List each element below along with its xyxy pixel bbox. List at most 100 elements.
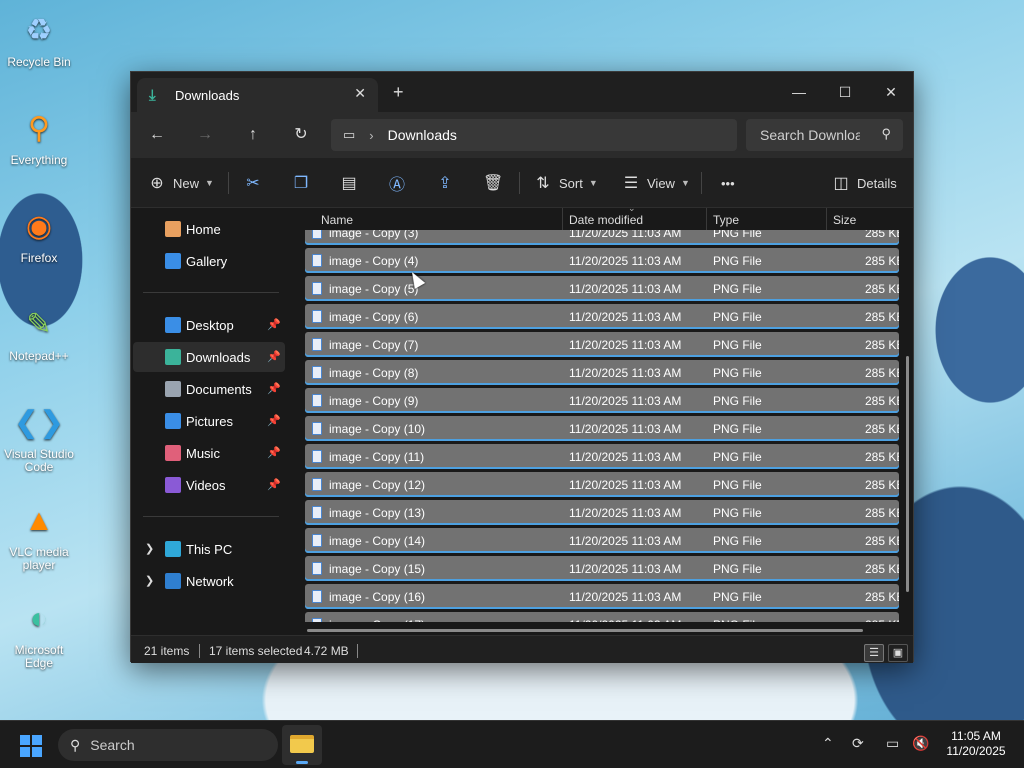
desktop-icon[interactable]: ♻ Recycle Bin [1,8,77,69]
file-row[interactable]: image - Copy (10) 11/20/2025 11:03 AM PNG … [305,416,899,441]
chevron-right-icon[interactable]: ❯ [145,542,154,555]
file-row[interactable]: image - Copy (15) 11/20/2025 11:03 AM PNG … [305,556,899,581]
sync-icon[interactable]: ⟳ [852,735,864,752]
file-size: 285 KB [865,618,899,622]
column-header-name[interactable]: Name [321,213,353,227]
pin-icon[interactable]: 📌 [267,414,281,427]
sort-label: Sort [559,175,583,191]
cut-button[interactable]: ✂ [243,171,263,195]
tiles-view-icon[interactable]: ▣ [888,644,908,662]
minimize-button[interactable]: — [776,78,822,106]
plus-circle-icon: ⊕ [150,175,164,192]
system-clock[interactable]: 11:05 AM 11/20/2025 [938,729,1014,759]
taskbar-search[interactable]: ⚲ Search [58,729,278,761]
sidebar-item-pictures[interactable]: Pictures 📌 [133,406,285,436]
sidebar-item-desktop[interactable]: Desktop 📌 [133,310,285,340]
rename-button[interactable]: Ⓐ [387,171,407,195]
file-type: PNG File [713,338,762,352]
desktop-icon[interactable]: ❮❯ Visual Studio Code [1,400,77,474]
start-button[interactable] [20,735,42,757]
forward-button[interactable]: → [191,123,219,147]
close-window-button[interactable]: ✕ [868,78,914,106]
view-button[interactable]: ☰ View ▼ [621,171,690,195]
pin-icon[interactable]: 📌 [267,446,281,459]
tab-downloads[interactable]: ⤓ Downloads ✕ [137,78,378,112]
more-icon: ••• [721,175,735,191]
desktop-icon[interactable]: ✎ Notepad++ [1,302,77,363]
sidebar-item-documents[interactable]: Documents 📌 [133,374,285,404]
breadcrumb-downloads[interactable]: Downloads [388,127,457,143]
file-row[interactable]: image - Copy (5) 11/20/2025 11:03 AM PNG F… [305,276,899,301]
file-row[interactable]: image - Copy (12) 11/20/2025 11:03 AM PNG … [305,472,899,497]
pin-icon[interactable]: 📌 [267,318,281,331]
desktop-icon[interactable]: ◉ Firefox [1,204,77,265]
back-button[interactable]: ← [143,123,171,147]
sidebar-item-home[interactable]: Home [133,214,285,244]
delete-button[interactable]: 🗑 [483,171,503,195]
chevron-right-icon[interactable]: ❯ [145,574,154,587]
sidebar-item-videos[interactable]: Videos 📌 [133,470,285,500]
show-hidden-icons-icon[interactable]: ⌃ [822,735,834,752]
column-header-type[interactable]: Type [713,213,739,227]
column-divider[interactable] [562,208,563,230]
search-box[interactable]: Search Downloads ⚲ [746,119,903,151]
file-date-modified: 11/20/2025 11:03 AM [569,478,682,492]
file-row[interactable]: image - Copy (13) 11/20/2025 11:03 AM PNG … [305,500,899,525]
copy-button[interactable]: ❐ [291,171,311,195]
details-view-icon[interactable]: ☰ [864,644,884,662]
desktop-icon[interactable]: ◐ Microsoft Edge [1,596,77,670]
sidebar-item-network[interactable]: ❯ Network [133,566,285,596]
sort-button[interactable]: ⇅ Sort ▼ [533,171,597,195]
column-header-size[interactable]: Size [833,213,856,227]
sidebar-item-this-pc[interactable]: ❯ This PC [133,534,285,564]
file-row[interactable]: image - Copy (3) 11/20/2025 11:03 AM PNG F… [305,230,899,245]
column-header-date[interactable]: Date modified [569,213,643,227]
file-row[interactable]: image - Copy (8) 11/20/2025 11:03 AM PNG F… [305,360,899,385]
file-date-modified: 11/20/2025 11:03 AM [569,366,682,380]
desktop-icon[interactable]: ⚲ Everything [1,106,77,167]
details-pane-button[interactable]: ◫ Details [831,171,896,195]
close-tab-icon[interactable]: ✕ [354,85,366,102]
new-button[interactable]: ⊕ New ▼ [147,171,214,195]
divider [143,292,279,293]
pin-icon[interactable]: 📌 [267,478,281,491]
file-row[interactable]: image - Copy (9) 11/20/2025 11:03 AM PNG F… [305,388,899,413]
file-row[interactable]: image - Copy (6) 11/20/2025 11:03 AM PNG F… [305,304,899,329]
file-row[interactable]: image - Copy (4) 11/20/2025 11:03 AM PNG F… [305,248,899,273]
file-date-modified: 11/20/2025 11:03 AM [569,230,682,240]
pin-icon[interactable]: 📌 [267,350,281,363]
file-explorer-taskbar-button[interactable] [282,725,322,765]
sidebar-item-gallery[interactable]: Gallery [133,246,285,276]
refresh-button[interactable]: ↻ [287,123,315,147]
column-divider[interactable] [826,208,827,230]
search-placeholder[interactable]: Search Downloads [760,127,860,143]
file-row[interactable]: image - Copy (17) 11/20/2025 11:03 AM PNG … [305,612,899,622]
column-divider[interactable] [706,208,707,230]
this-pc-icon[interactable]: ▭ [343,127,355,143]
sidebar-item-downloads[interactable]: Downloads 📌 [133,342,285,372]
breadcrumb-chevron-icon[interactable]: › [369,128,373,143]
clipboard-icon: ▤ [341,175,357,192]
more-options-button[interactable]: ••• [715,171,735,195]
vertical-scrollbar[interactable] [906,356,909,592]
paste-button[interactable]: ▤ [339,171,359,195]
new-tab-button[interactable]: + [393,82,404,103]
desktop-icon[interactable]: ▲ VLC media player [1,498,77,572]
search-icon[interactable]: ⚲ [881,126,891,142]
file-date-modified: 11/20/2025 11:03 AM [569,310,682,324]
pin-icon[interactable]: 📌 [267,382,281,395]
sidebar-item-music[interactable]: Music 📌 [133,438,285,468]
volume-muted-icon[interactable]: 🔇 [912,735,929,752]
file-type: PNG File [713,450,762,464]
file-row[interactable]: image - Copy (16) 11/20/2025 11:03 AM PNG … [305,584,899,609]
network-status-icon[interactable]: ▭ [886,735,899,752]
file-size: 285 KB [865,534,899,548]
file-row[interactable]: image - Copy (11) 11/20/2025 11:03 AM PNG … [305,444,899,469]
address-bar[interactable]: ▭ › Downloads [331,119,737,151]
up-button[interactable]: ↑ [239,123,267,147]
file-row[interactable]: image - Copy (7) 11/20/2025 11:03 AM PNG F… [305,332,899,357]
file-row[interactable]: image - Copy (14) 11/20/2025 11:03 AM PNG … [305,528,899,553]
horizontal-scrollbar[interactable] [307,629,863,632]
share-button[interactable]: ⇪ [435,171,455,195]
maximize-button[interactable]: ☐ [822,78,868,106]
